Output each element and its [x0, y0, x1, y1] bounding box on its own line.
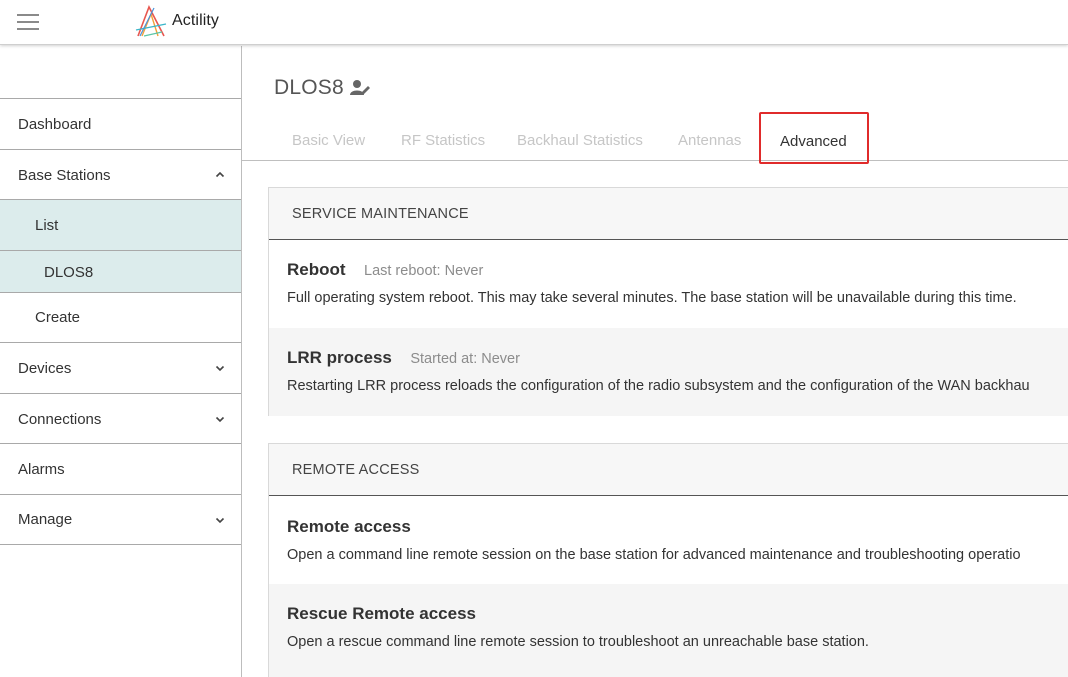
lrr-process-row[interactable]: LRR process Started at: Never Restarting…: [269, 328, 1068, 416]
lrr-description: Restarting LRR process reloads the confi…: [287, 378, 1030, 394]
chevron-down-icon: [215, 365, 225, 372]
sidebar-item-label: Alarms: [18, 460, 65, 478]
sidebar-item-label: Connections: [18, 410, 102, 428]
tab-antennas[interactable]: Antennas: [678, 132, 741, 149]
remote-access-panel: REMOTE ACCESS Remote access Open a comma…: [268, 443, 1068, 677]
remote-access-title: Remote access: [287, 517, 411, 536]
service-maintenance-panel: SERVICE MAINTENANCE Reboot Last reboot: …: [268, 187, 1068, 416]
panel-header: SERVICE MAINTENANCE: [269, 188, 1068, 240]
sidebar-item-label: Create: [35, 309, 81, 326]
sidebar-item-label: Devices: [18, 359, 72, 377]
sidebar-item-create[interactable]: Create: [0, 292, 241, 342]
sidebar-item-label: Base Stations: [18, 166, 111, 184]
sidebar-item-label: DLOS8: [44, 263, 94, 281]
rescue-remote-access-description: Open a rescue command line remote sessio…: [287, 634, 869, 650]
sidebar-item-label: Dashboard: [18, 115, 92, 133]
sidebar-item-list[interactable]: List: [0, 199, 241, 250]
chevron-up-icon: [215, 171, 225, 178]
rescue-remote-access-title: Rescue Remote access: [287, 604, 477, 623]
panel-header: REMOTE ACCESS: [269, 444, 1068, 496]
main-content: DLOS8 Basic View RF Statistics Backhaul …: [242, 46, 1068, 677]
sidebar-item-alarms[interactable]: Alarms: [0, 443, 241, 494]
tab-backhaul-statistics[interactable]: Backhaul Statistics: [517, 132, 643, 149]
remote-access-description: Open a command line remote session on th…: [287, 547, 1021, 563]
tab-bar: Basic View RF Statistics Backhaul Statis…: [242, 112, 1068, 164]
hamburger-menu-icon[interactable]: [17, 14, 39, 30]
actility-logo-icon: [135, 5, 167, 37]
reboot-description: Full operating system reboot. This may t…: [287, 290, 1017, 306]
remote-access-row[interactable]: Remote access Open a command line remote…: [269, 496, 1068, 584]
sidebar-item-dashboard[interactable]: Dashboard: [0, 98, 241, 149]
chevron-down-icon: [215, 416, 225, 423]
sidebar-item-base-stations[interactable]: Base Stations: [0, 149, 241, 200]
page-title: DLOS8: [274, 76, 344, 99]
sidebar-item-label: List: [35, 216, 59, 234]
top-bar: Actility: [0, 0, 1068, 45]
sidebar-item-connections[interactable]: Connections: [0, 393, 241, 444]
tab-rf-statistics[interactable]: RF Statistics: [401, 132, 485, 149]
sidebar-item-manage[interactable]: Manage: [0, 494, 241, 545]
rescue-remote-access-row[interactable]: Rescue Remote access Open a rescue comma…: [269, 584, 1068, 677]
tab-basic-view[interactable]: Basic View: [292, 132, 365, 149]
lrr-meta: Started at: Never: [410, 351, 520, 367]
user-edit-icon[interactable]: [349, 79, 372, 97]
sidebar: Dashboard Base Stations List DLOS8 Creat…: [0, 46, 242, 677]
chevron-down-icon: [215, 517, 225, 523]
page-title-row: DLOS8: [274, 76, 372, 100]
sidebar-item-devices[interactable]: Devices: [0, 342, 241, 393]
reboot-meta: Last reboot: Never: [364, 263, 484, 279]
brand-logo[interactable]: Actility: [134, 3, 219, 39]
sidebar-item-dlos8[interactable]: DLOS8: [0, 250, 241, 293]
sidebar-item-label: Manage: [18, 511, 73, 528]
reboot-row[interactable]: Reboot Last reboot: Never Full operating…: [269, 240, 1068, 328]
lrr-title: LRR process: [287, 348, 392, 367]
tab-advanced[interactable]: Advanced: [780, 133, 847, 150]
reboot-title: Reboot: [287, 260, 346, 279]
brand-name: Actility: [172, 12, 220, 29]
